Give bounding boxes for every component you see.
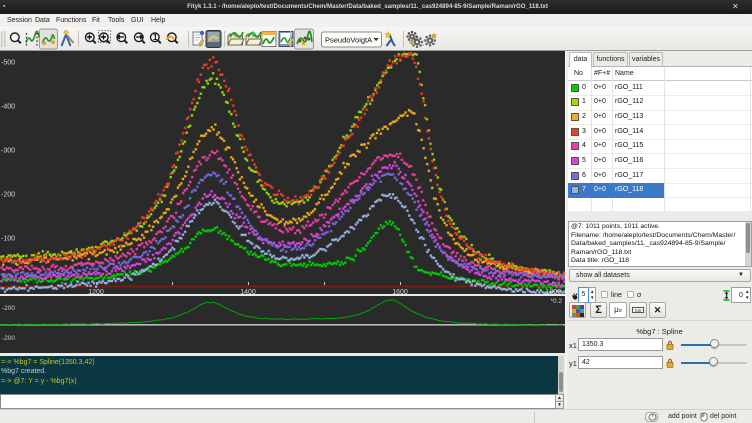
svg-text:*0.2: *0.2 (550, 298, 562, 305)
svg-text:1800: 1800 (545, 289, 561, 294)
svg-text:-300: -300 (1, 148, 15, 155)
svg-text:-100: -100 (1, 236, 15, 243)
svg-text:-200: -200 (1, 192, 15, 199)
svg-text:1: 1 (153, 33, 158, 42)
svg-text:-200: -200 (2, 305, 15, 312)
svg-text:-400: -400 (1, 104, 15, 111)
svg-text:-200: -200 (2, 335, 15, 342)
svg-text:PseudoVoigtA: PseudoVoigtA (325, 36, 372, 45)
svg-text:-500: -500 (1, 60, 15, 67)
svg-text:1400: 1400 (240, 289, 256, 294)
svg-text:1200: 1200 (88, 289, 104, 294)
svg-text:1600: 1600 (392, 289, 408, 294)
